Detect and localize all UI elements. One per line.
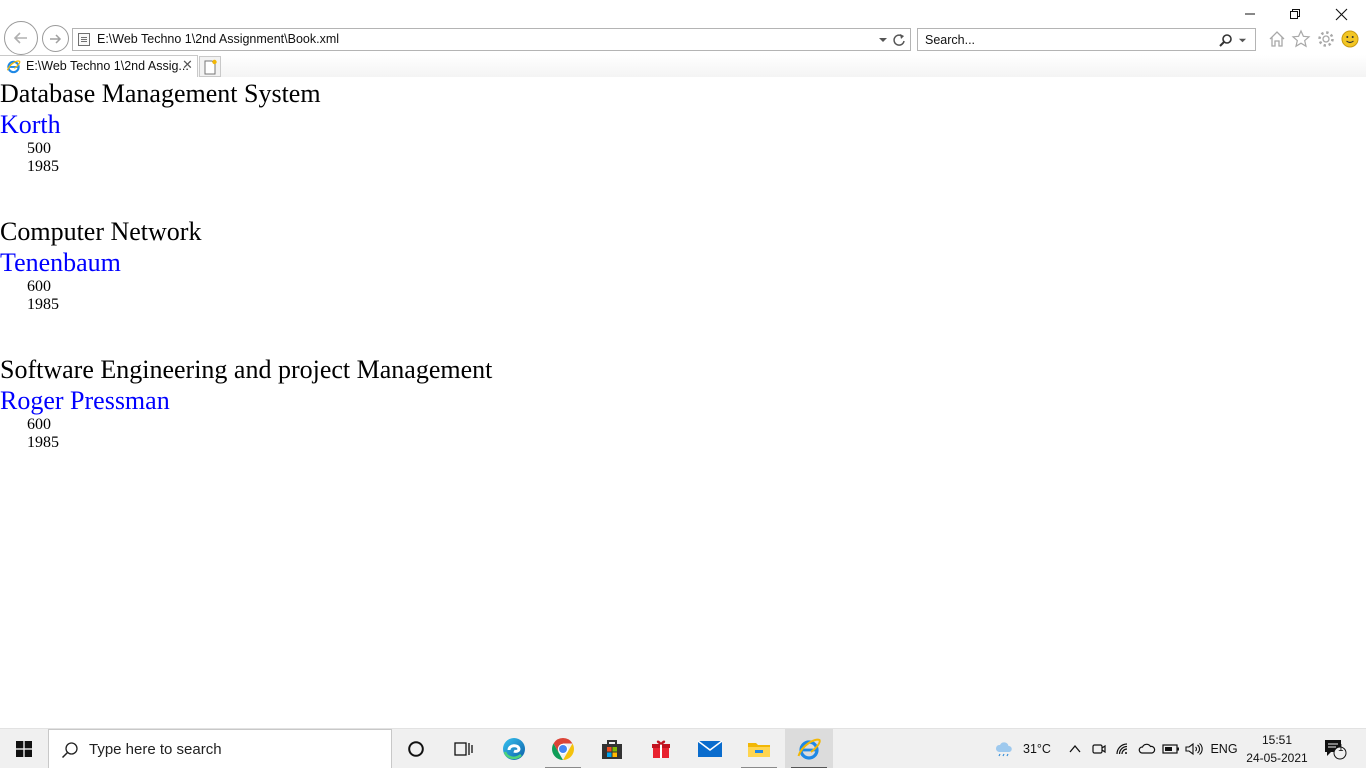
refresh-icon[interactable] [892, 32, 906, 48]
wifi-icon [1116, 743, 1128, 755]
book-price: 600 [27, 278, 51, 295]
start-button[interactable] [0, 729, 48, 768]
book-entry: Software Engineering and project Managem… [0, 355, 492, 452]
new-tab-icon [204, 59, 217, 75]
restore-icon [1290, 9, 1300, 19]
clock[interactable]: 15:51 24-05-2021 [1242, 731, 1312, 767]
language-indicator[interactable]: ENG [1208, 729, 1240, 768]
file-explorer-button[interactable] [735, 729, 783, 768]
book-year: 1985 [27, 296, 59, 313]
book-author: Roger Pressman [0, 386, 170, 415]
search-box[interactable] [917, 28, 1256, 51]
tab-row: E:\Web Techno 1\2nd Assig... ✕ [0, 55, 1366, 77]
windows-icon [16, 741, 32, 757]
chevron-down-icon[interactable] [1238, 36, 1247, 45]
address-text[interactable]: E:\Web Techno 1\2nd Assignment\Book.xml [97, 32, 339, 46]
edge-icon [503, 738, 525, 760]
wifi-icon[interactable] [1114, 729, 1132, 768]
cortana-icon [408, 741, 424, 757]
close-icon [1335, 8, 1347, 20]
internet-explorer-icon [6, 60, 21, 74]
search-input[interactable] [918, 29, 1208, 50]
smiley-icon[interactable] [1340, 29, 1360, 49]
chrome-icon [552, 738, 574, 760]
onedrive-icon[interactable] [1138, 729, 1156, 768]
notification-center-button[interactable]: 1 [1318, 729, 1352, 768]
file-explorer-icon [748, 743, 770, 757]
search-icon[interactable] [1219, 33, 1233, 47]
back-button[interactable] [4, 21, 38, 55]
book-title: Software Engineering and project Managem… [0, 355, 493, 384]
tab-book-xml[interactable]: E:\Web Techno 1\2nd Assig... ✕ [0, 55, 198, 77]
gift-button[interactable] [637, 729, 685, 768]
tab-close-icon[interactable]: ✕ [182, 58, 193, 73]
search-icon [61, 742, 78, 759]
weather-temperature[interactable]: 31°C [1018, 729, 1056, 768]
chrome-button[interactable] [539, 729, 587, 768]
address-bar[interactable]: E:\Web Techno 1\2nd Assignment\Book.xml [72, 28, 911, 51]
gear-icon[interactable] [1316, 29, 1336, 49]
arrow-left-icon [13, 32, 27, 44]
store-icon [602, 740, 622, 759]
star-icon[interactable] [1291, 29, 1311, 49]
minimize-button[interactable] [1235, 4, 1265, 24]
meet-now-icon[interactable] [1090, 729, 1108, 768]
edge-button[interactable] [490, 729, 538, 768]
clock-time: 15:51 [1261, 733, 1293, 747]
taskbar-search-placeholder[interactable]: Type here to search [89, 741, 222, 758]
arrow-right-icon [49, 33, 61, 44]
page-icon [78, 33, 90, 46]
store-button[interactable] [588, 729, 636, 768]
new-tab-button[interactable] [199, 56, 221, 77]
clock-date: 24-05-2021 [1246, 751, 1308, 765]
notification-count: 1 [1338, 743, 1344, 754]
restore-button[interactable] [1280, 4, 1310, 24]
chevron-up-icon [1069, 744, 1081, 753]
cloud-icon [1138, 743, 1156, 754]
mail-button[interactable] [686, 729, 734, 768]
taskbar-search-box[interactable]: Type here to search [48, 729, 392, 768]
forward-button[interactable] [42, 25, 69, 52]
camera-icon [1092, 744, 1106, 754]
home-icon[interactable] [1267, 29, 1287, 49]
browser-chrome: E:\Web Techno 1\2nd Assignment\Book.xml … [0, 0, 1366, 77]
page-content: Database Management System Korth 500 198… [0, 77, 1366, 728]
book-author: Tenenbaum [0, 248, 121, 277]
book-title: Database Management System [0, 79, 321, 108]
task-view-button[interactable] [440, 729, 488, 768]
battery-icon[interactable] [1161, 729, 1181, 768]
taskbar: Type here to search 31°C ENG 15:51 24-05… [0, 728, 1366, 768]
internet-explorer-icon [797, 738, 821, 760]
cortana-button[interactable] [392, 729, 440, 768]
tab-title: E:\Web Techno 1\2nd Assig... [26, 59, 189, 73]
minimize-icon [1245, 13, 1255, 15]
book-entry: Computer Network Tenenbaum 600 1985 [0, 217, 201, 314]
chevron-up-icon[interactable] [1066, 729, 1084, 768]
internet-explorer-button[interactable] [785, 729, 833, 768]
volume-icon[interactable] [1184, 729, 1204, 768]
book-year: 1985 [27, 434, 59, 451]
task-view-icon [454, 742, 473, 756]
book-price: 500 [27, 140, 51, 157]
book-title: Computer Network [0, 217, 202, 246]
book-author: Korth [0, 110, 61, 139]
book-price: 600 [27, 416, 51, 433]
chevron-down-icon[interactable] [878, 35, 888, 45]
weather-icon[interactable] [993, 729, 1015, 768]
mail-icon [697, 740, 723, 757]
speaker-icon [1185, 742, 1203, 756]
book-entry: Database Management System Korth 500 198… [0, 79, 321, 176]
battery-icon [1162, 744, 1179, 754]
book-year: 1985 [27, 158, 59, 175]
close-button[interactable] [1326, 4, 1356, 24]
gift-icon [652, 740, 670, 758]
rain-cloud-icon [995, 742, 1012, 757]
